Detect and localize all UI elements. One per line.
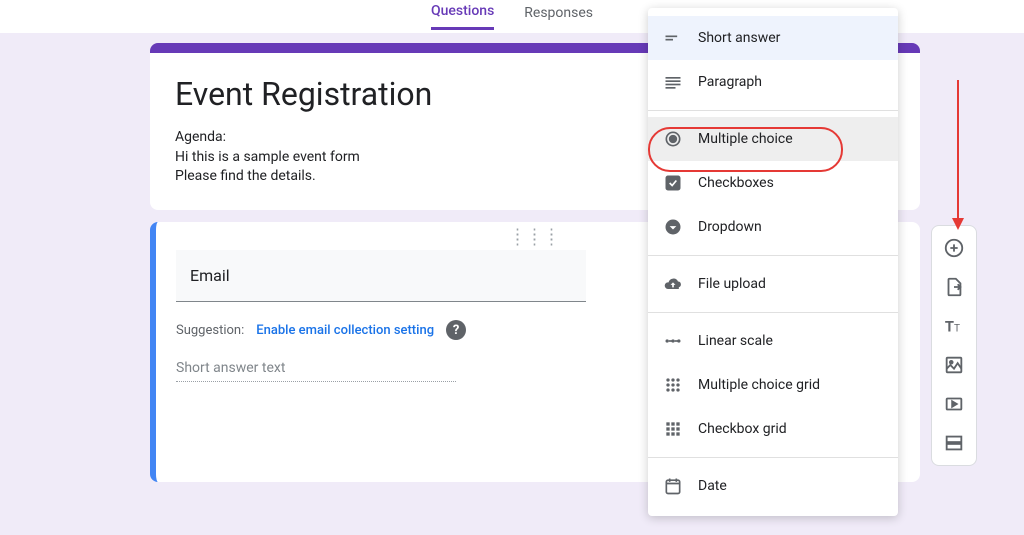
menu-label: Checkboxes	[698, 175, 774, 191]
menu-divider	[648, 312, 898, 313]
add-question-button[interactable]	[942, 236, 966, 260]
help-icon[interactable]: ?	[446, 320, 466, 340]
menu-label: Date	[698, 478, 727, 494]
radio-icon	[663, 129, 683, 149]
menu-label: Dropdown	[698, 219, 762, 235]
tab-responses[interactable]: Responses	[524, 5, 593, 29]
menu-label: Linear scale	[698, 333, 773, 349]
menu-item-linear-scale[interactable]: Linear scale	[648, 319, 898, 363]
add-section-button[interactable]	[942, 431, 966, 455]
add-title-button[interactable]: TT	[942, 314, 966, 338]
checkbox-grid-icon	[663, 419, 683, 439]
suggestion-label: Suggestion:	[176, 323, 244, 338]
paragraph-icon	[663, 72, 683, 92]
menu-label: Short answer	[698, 30, 780, 46]
radio-grid-icon	[663, 375, 683, 395]
menu-item-multiple-choice[interactable]: Multiple choice	[648, 117, 898, 161]
cloud-upload-icon	[663, 274, 683, 294]
menu-item-file-upload[interactable]: File upload	[648, 262, 898, 306]
menu-divider	[648, 110, 898, 111]
menu-item-dropdown[interactable]: Dropdown	[648, 205, 898, 249]
menu-divider	[648, 457, 898, 458]
short-answer-icon	[663, 28, 683, 48]
menu-label: Checkbox grid	[698, 421, 787, 437]
menu-label: Multiple choice grid	[698, 377, 820, 393]
checkbox-icon	[663, 173, 683, 193]
side-toolbar: TT	[931, 225, 977, 466]
menu-item-checkbox-grid[interactable]: Checkbox grid	[648, 407, 898, 451]
menu-divider	[648, 255, 898, 256]
menu-item-checkboxes[interactable]: Checkboxes	[648, 161, 898, 205]
menu-item-multiple-choice-grid[interactable]: Multiple choice grid	[648, 363, 898, 407]
question-title-input[interactable]	[176, 250, 586, 302]
import-questions-button[interactable]	[942, 275, 966, 299]
menu-label: File upload	[698, 276, 766, 292]
annotation-arrow	[951, 80, 965, 230]
svg-text:T: T	[945, 318, 954, 336]
menu-item-date[interactable]: Date	[648, 464, 898, 508]
dropdown-icon	[663, 217, 683, 237]
question-type-menu[interactable]: Short answer Paragraph Multiple choice C…	[648, 8, 898, 516]
menu-item-short-answer[interactable]: Short answer	[648, 16, 898, 60]
add-image-button[interactable]	[942, 353, 966, 377]
add-video-button[interactable]	[942, 392, 966, 416]
suggestion-link[interactable]: Enable email collection setting	[256, 323, 434, 338]
menu-item-paragraph[interactable]: Paragraph	[648, 60, 898, 104]
svg-text:T: T	[954, 324, 960, 335]
linear-scale-icon	[663, 331, 683, 351]
menu-label: Multiple choice	[698, 131, 793, 147]
tab-questions[interactable]: Questions	[431, 3, 494, 30]
short-answer-preview: Short answer text	[176, 360, 456, 382]
calendar-icon	[663, 476, 683, 496]
menu-label: Paragraph	[698, 74, 762, 90]
